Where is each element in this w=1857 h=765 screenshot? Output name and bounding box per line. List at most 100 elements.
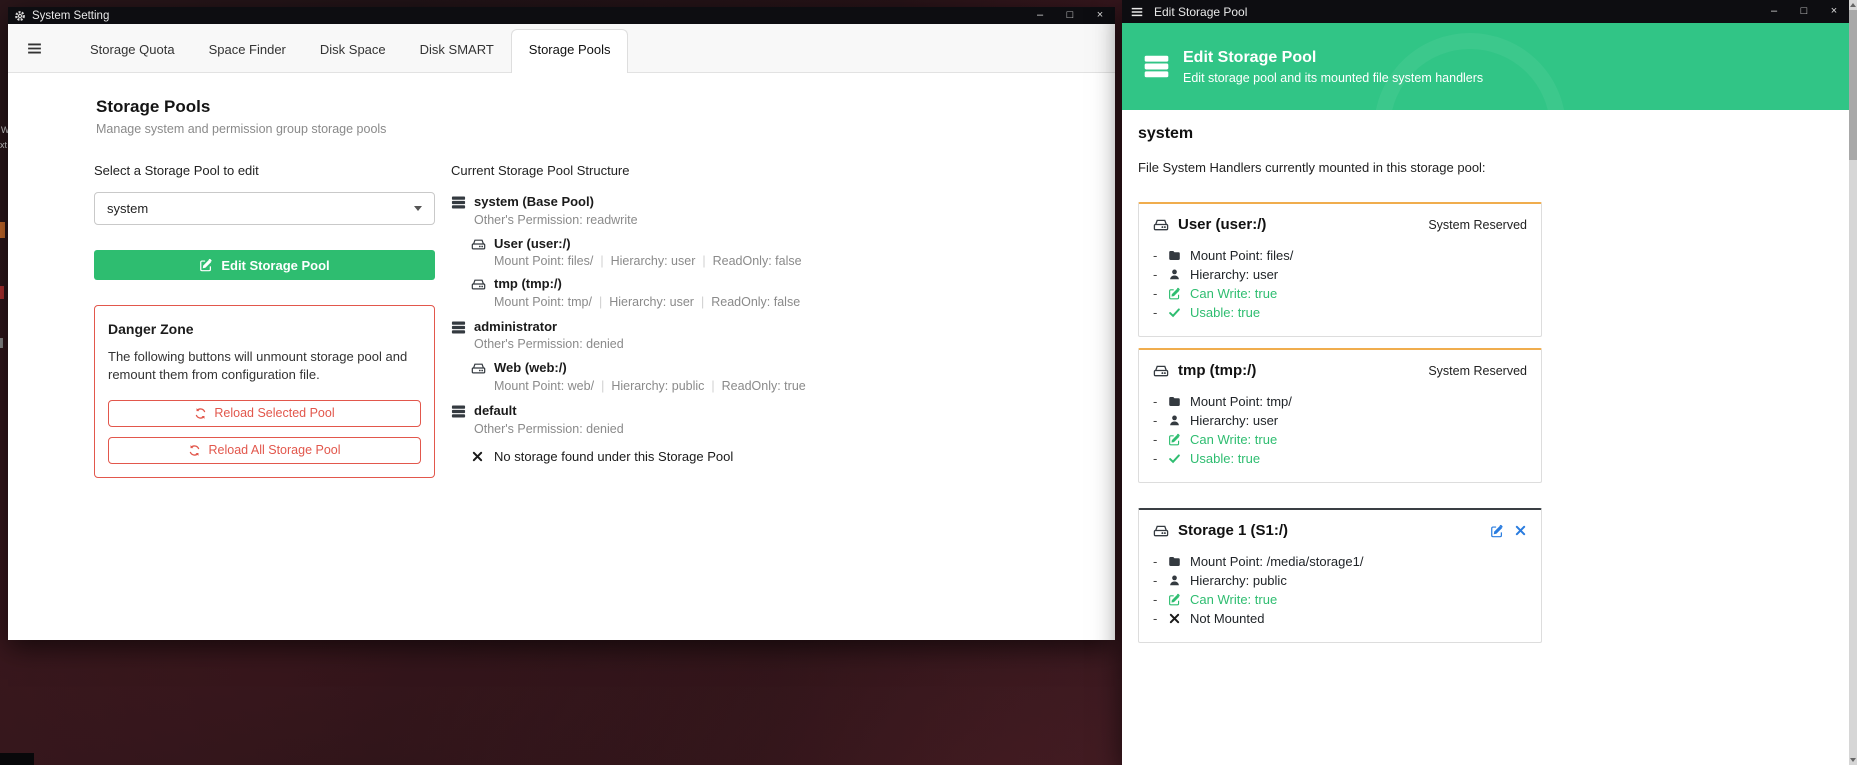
- mount-point-value: Mount Point: tmp/: [1190, 394, 1292, 409]
- menu-icon[interactable]: [26, 40, 43, 57]
- dash: -: [1153, 413, 1168, 428]
- pool-row: default Other's Permission: denied: [451, 403, 806, 436]
- dash: -: [1153, 248, 1168, 263]
- pool-row: system (Base Pool) Other's Permission: r…: [451, 194, 806, 227]
- storage-readonly: ReadOnly: true: [722, 379, 806, 393]
- tab-disk-smart[interactable]: Disk SMART: [403, 30, 511, 72]
- pool-name: default: [474, 403, 624, 419]
- usable-value: Usable: true: [1190, 305, 1260, 320]
- desktop-icon-fragment: [0, 286, 4, 299]
- hdd-icon: [471, 277, 486, 292]
- usable-item: - Usable: true: [1153, 449, 1527, 468]
- storage-readonly: ReadOnly: false: [711, 295, 800, 309]
- scroll-down-button[interactable]: [1849, 755, 1857, 765]
- folder-icon: [1168, 395, 1181, 408]
- handler-card: User (user:/) System Reserved - Mount Po…: [1138, 202, 1542, 337]
- empty-pool-row: No storage found under this Storage Pool: [471, 449, 806, 464]
- server-icon: [1143, 53, 1170, 80]
- minimize-button[interactable]: –: [1759, 6, 1789, 17]
- dash: -: [1153, 267, 1168, 282]
- usable-value: Usable: true: [1190, 451, 1260, 466]
- arrow-up-icon: [1850, 3, 1856, 7]
- handler-actions: [1490, 524, 1527, 538]
- tab-disk-space[interactable]: Disk Space: [303, 30, 403, 72]
- storage-pool-select[interactable]: system: [94, 192, 435, 225]
- scrollbar[interactable]: [1849, 0, 1857, 765]
- selected-pool-value: system: [107, 201, 148, 216]
- page-header: Storage Pools Manage system and permissi…: [8, 73, 1115, 136]
- desktop-icon-fragment: [0, 338, 3, 348]
- folder-icon: [1168, 555, 1181, 568]
- edit-storage-pool-button[interactable]: Edit Storage Pool: [94, 250, 435, 280]
- storage-details: Mount Point: tmp/|Hierarchy: user|ReadOn…: [494, 295, 800, 309]
- hdd-icon: [1153, 363, 1169, 379]
- storage-hierarchy: Hierarchy: user: [609, 295, 694, 309]
- window-controls: – □ ×: [1759, 6, 1849, 17]
- arrow-down-icon: [1850, 758, 1856, 762]
- storage-name: tmp (tmp:/): [494, 276, 800, 292]
- reload-all-pools-button[interactable]: Reload All Storage Pool: [108, 437, 421, 464]
- storage-details: Mount Point: web/|Hierarchy: public|Read…: [494, 379, 806, 393]
- select-pool-label: Select a Storage Pool to edit: [94, 163, 435, 178]
- empty-pool-message: No storage found under this Storage Pool: [494, 449, 733, 464]
- edit-handler-icon[interactable]: [1490, 524, 1504, 538]
- edit-storage-pool-label: Edit Storage Pool: [221, 258, 329, 273]
- system-reserved-badge: System Reserved: [1428, 218, 1527, 232]
- storage-hierarchy: Hierarchy: user: [611, 254, 696, 268]
- close-button[interactable]: ×: [1819, 6, 1849, 17]
- remove-handler-icon[interactable]: [1514, 524, 1527, 537]
- usable-item: - Usable: true: [1153, 303, 1527, 322]
- mount-point-item: - Mount Point: /media/storage1/: [1153, 552, 1527, 571]
- maximize-button[interactable]: □: [1789, 6, 1819, 17]
- reload-selected-pool-button[interactable]: Reload Selected Pool: [108, 400, 421, 427]
- can-write-value: Can Write: true: [1190, 286, 1277, 301]
- server-icon: [451, 404, 466, 419]
- window-title: Edit Storage Pool: [1154, 5, 1247, 19]
- tab-storage-pools[interactable]: Storage Pools: [511, 29, 629, 73]
- scrollbar-thumb[interactable]: [1849, 10, 1857, 160]
- gear-icon: [14, 10, 26, 22]
- minimize-button[interactable]: –: [1025, 10, 1055, 21]
- pool-permission: Other's Permission: denied: [474, 422, 624, 436]
- chevron-down-icon: [414, 206, 422, 211]
- cross-icon: [1168, 612, 1181, 625]
- can-write-item: - Can Write: true: [1153, 284, 1527, 303]
- edit-storage-pool-titlebar[interactable]: Edit Storage Pool – □ ×: [1122, 0, 1849, 23]
- system-setting-titlebar[interactable]: System Setting – □ ×: [8, 7, 1115, 24]
- storage-mount: Mount Point: files/: [494, 254, 593, 268]
- handlers-intro: File System Handlers currently mounted i…: [1138, 160, 1849, 175]
- separator: |: [711, 379, 714, 393]
- cross-icon: [471, 450, 484, 463]
- pool-structure-panel: Current Storage Pool Structure system (B…: [451, 163, 806, 478]
- dash: -: [1153, 554, 1168, 569]
- edit-pool-content: system File System Handlers currently mo…: [1122, 110, 1849, 765]
- edit-storage-pool-window: Edit Storage Pool – □ × Edit Storage Poo…: [1122, 0, 1849, 765]
- edit-pool-banner: Edit Storage Pool Edit storage pool and …: [1122, 23, 1849, 110]
- page-title: Storage Pools: [96, 97, 1115, 117]
- not-mounted-item: - Not Mounted: [1153, 609, 1527, 628]
- separator: |: [701, 295, 704, 309]
- storage-row: Web (web:/) Mount Point: web/|Hierarchy:…: [471, 360, 806, 393]
- storage-pools-page: Storage Pools Manage system and permissi…: [8, 73, 1115, 640]
- hdd-icon: [471, 237, 486, 252]
- hdd-icon: [471, 361, 486, 376]
- handler-name: tmp (tmp:/): [1178, 362, 1256, 379]
- tab-storage-quota[interactable]: Storage Quota: [73, 30, 192, 72]
- maximize-button[interactable]: □: [1055, 10, 1085, 21]
- close-button[interactable]: ×: [1085, 10, 1115, 21]
- separator: |: [601, 379, 604, 393]
- can-write-item: - Can Write: true: [1153, 430, 1527, 449]
- can-write-item: - Can Write: true: [1153, 590, 1527, 609]
- pool-permission: Other's Permission: readwrite: [474, 213, 638, 227]
- folder-icon: [1168, 249, 1181, 262]
- window-controls: – □ ×: [1025, 10, 1115, 21]
- tab-space-finder[interactable]: Space Finder: [192, 30, 303, 72]
- reload-selected-pool-label: Reload Selected Pool: [214, 406, 334, 420]
- person-icon: [1168, 268, 1181, 281]
- scroll-up-button[interactable]: [1849, 0, 1857, 10]
- system-reserved-badge: System Reserved: [1428, 364, 1527, 378]
- hierarchy-value: Hierarchy: user: [1190, 413, 1278, 428]
- hierarchy-item: - Hierarchy: user: [1153, 265, 1527, 284]
- mount-point-value: Mount Point: /media/storage1/: [1190, 554, 1363, 569]
- pool-node: administrator Other's Permission: denied…: [451, 319, 806, 393]
